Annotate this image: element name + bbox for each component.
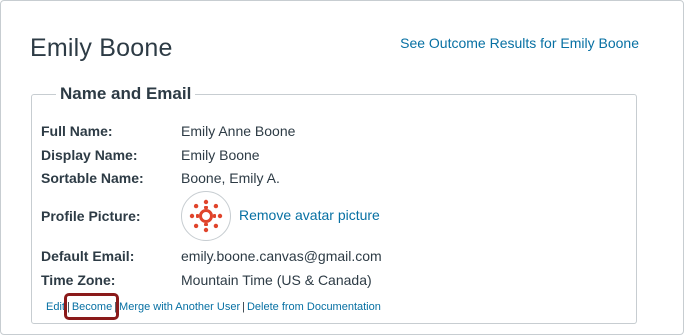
separator: | <box>242 301 245 313</box>
name-email-section: Name and Email <box>31 84 637 324</box>
become-link[interactable]: Become <box>72 301 112 313</box>
separator: | <box>66 301 70 313</box>
delete-user-link[interactable]: Delete from Documentation <box>247 301 381 313</box>
full-name-label: Full Name: <box>41 123 113 139</box>
remove-avatar-link[interactable]: Remove avatar picture <box>239 207 380 223</box>
display-name-value: Emily Boone <box>181 147 260 163</box>
canvas-logo-icon <box>189 199 223 233</box>
time-zone-label: Time Zone: <box>41 272 116 288</box>
edit-link[interactable]: Edit <box>46 301 65 313</box>
display-name-label: Display Name: <box>41 147 138 163</box>
default-email-label: Default Email: <box>41 248 135 264</box>
profile-picture-label: Profile Picture: <box>41 208 141 224</box>
avatar[interactable] <box>181 191 231 241</box>
merge-user-link[interactable]: Merge with Another User <box>119 301 240 313</box>
time-zone-value: Mountain Time (US & Canada) <box>181 272 372 288</box>
become-wrap: Become <box>63 293 120 320</box>
user-actions: Edit | Become | Merge with Another User | Dele… <box>46 293 381 320</box>
default-email-value: emily.boone.canvas@gmail.com <box>181 248 382 264</box>
outcome-results-link[interactable]: See Outcome Results for Emily Boone <box>400 35 639 51</box>
sortable-name-label: Sortable Name: <box>41 170 144 186</box>
page-title: Emily Boone <box>30 34 173 62</box>
section-legend: Name and Email <box>60 84 192 103</box>
sortable-name-value: Boone, Emily A. <box>181 170 280 186</box>
full-name-value: Emily Anne Boone <box>181 123 296 139</box>
